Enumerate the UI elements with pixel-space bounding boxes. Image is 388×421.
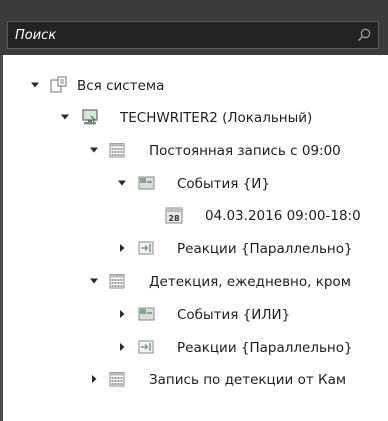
system-icon [50,76,67,93]
expand-arrow-down-icon[interactable] [30,80,40,90]
events-icon [138,176,155,190]
computer-icon [82,109,98,125]
tree-node[interactable]: TECHWRITER2 (Локальный) [0,106,388,130]
tree-node[interactable]: Реакции {Параллельно} [0,336,388,360]
search-input[interactable] [8,22,338,48]
tree-node[interactable]: События {ИЛИ} [0,303,388,327]
search-box[interactable] [7,21,379,49]
tree-node-label: События {ИЛИ} [177,307,291,323]
date-icon: 28 [165,207,183,224]
tree-node[interactable]: Вся система [0,74,388,98]
expand-arrow-down-icon[interactable] [117,178,127,188]
expand-arrow-right-icon[interactable] [89,374,99,384]
tree-node-label: Реакции {Параллельно} [177,340,353,356]
tree-node[interactable]: Запись по детекции от Кам [0,368,388,392]
expand-arrow-right-icon[interactable] [117,243,127,253]
tree-node[interactable]: Детекция, ежедневно, кром [0,270,388,294]
search-panel [0,0,388,55]
reactions-icon [138,340,154,354]
tree-node[interactable]: 28 04.03.2016 09:00-18:0 [0,204,388,228]
tree-node-label: События {И} [177,176,270,192]
tree-node-label: Детекция, ежедневно, кром [149,274,351,290]
tree-node-label: Реакции {Параллельно} [177,241,353,257]
expand-arrow-down-icon[interactable] [89,276,99,286]
expand-arrow-down-icon[interactable] [89,145,99,155]
tree-node-label: Вся система [77,78,165,94]
tree-node-label: Запись по детекции от Кам [149,372,347,388]
reactions-icon [138,241,154,255]
calendar-icon [109,372,125,387]
tree-node[interactable]: События {И} [0,172,388,196]
expand-arrow-down-icon[interactable] [60,112,70,122]
tree-node[interactable]: Реакции {Параллельно} [0,237,388,261]
system-tree: Вся система TECHWRITER2 (Локальный) Постоя… [0,55,388,421]
search-icon[interactable] [356,27,372,43]
events-icon [138,307,155,321]
tree-node-label: 04.03.2016 09:00-18:0 [205,208,361,224]
tree-node-label: TECHWRITER2 (Локальный) [120,110,313,126]
tree-node-label: Постоянная запись с 09:00 [149,143,341,159]
expand-arrow-right-icon[interactable] [117,342,127,352]
calendar-icon [109,274,125,289]
calendar-icon [109,143,125,158]
expand-arrow-right-icon[interactable] [117,309,127,319]
tree-node[interactable]: Постоянная запись с 09:00 [0,139,388,163]
date-icon-day: 28 [168,214,180,223]
